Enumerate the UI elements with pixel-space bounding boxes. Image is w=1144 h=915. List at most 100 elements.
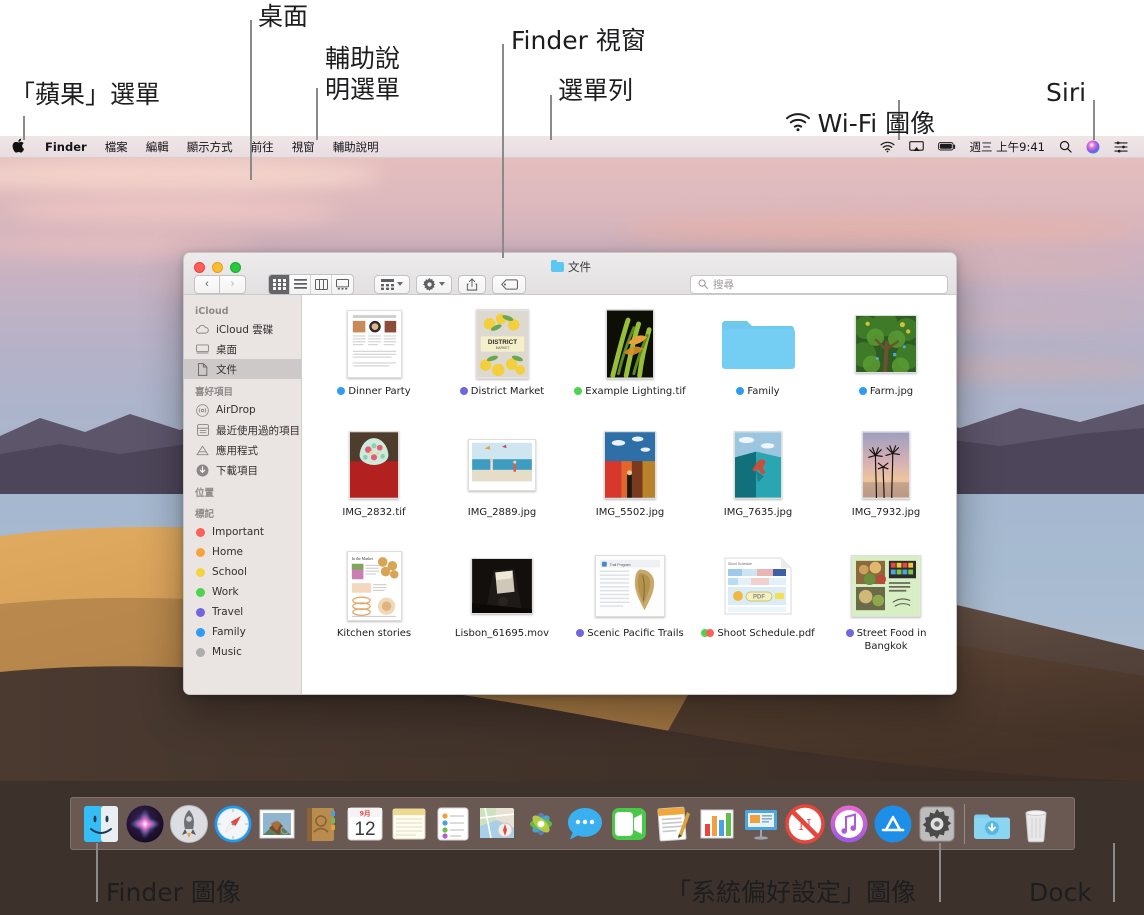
battery-icon[interactable]: [931, 141, 963, 152]
view-mode-segmented-control[interactable]: [268, 273, 354, 295]
dock-item-mail[interactable]: [255, 802, 299, 846]
dock-item-news[interactable]: N: [783, 802, 827, 846]
tag-dot: [576, 629, 585, 637]
dock-item-contacts[interactable]: [299, 802, 343, 846]
list-view-button[interactable]: [290, 274, 311, 294]
gallery-view-button[interactable]: [332, 275, 353, 294]
file-item[interactable]: Family: [694, 307, 822, 428]
dock-item-facetime[interactable]: [607, 802, 651, 846]
file-item[interactable]: Lisbon_61695.mov: [438, 549, 566, 670]
sidebar-item-documents[interactable]: 文件: [184, 359, 301, 379]
control-center-icon[interactable]: [1107, 140, 1135, 153]
file-label: Family: [736, 386, 780, 399]
menu-item-go[interactable]: 前往: [242, 139, 283, 155]
file-item[interactable]: IMG_2889.jpg: [438, 428, 566, 549]
finder-toolbar[interactable]: ‹ › 搜尋: [184, 273, 956, 295]
dock-item-pages[interactable]: [651, 802, 695, 846]
dock-item-downloads[interactable]: [970, 802, 1014, 846]
file-item[interactable]: DISTRICT MARKET District Market: [438, 307, 566, 428]
airplay-icon[interactable]: [902, 140, 931, 153]
sidebar-item-airdrop[interactable]: AirDrop: [184, 400, 301, 420]
menu-item-help[interactable]: 輔助說明: [324, 139, 388, 155]
action-gear-button[interactable]: [416, 274, 452, 294]
file-item[interactable]: Trail Program Scenic Pacific Trails: [566, 549, 694, 670]
file-item[interactable]: IMG_7635.jpg: [694, 428, 822, 549]
file-label: Scenic Pacific Trails: [576, 628, 684, 641]
back-button[interactable]: ‹: [194, 274, 220, 294]
sidebar-tag-home[interactable]: Home: [184, 542, 301, 562]
wifi-icon[interactable]: [873, 141, 902, 153]
dock-item-finder[interactable]: [79, 802, 123, 846]
dock-item-trash[interactable]: [1014, 802, 1058, 846]
sidebar-item-applications[interactable]: 應用程式: [184, 440, 301, 460]
file-item[interactable]: Dinner Party: [310, 307, 438, 428]
sidebar-item-recents[interactable]: 最近使用過的項目: [184, 420, 301, 440]
file-item[interactable]: IMG_7932.jpg: [822, 428, 950, 549]
tag-color-dot: [196, 607, 205, 617]
sidebar-tag-school[interactable]: School: [184, 562, 301, 582]
menu-item-file[interactable]: 檔案: [96, 139, 137, 155]
dock-item-safari[interactable]: [211, 802, 255, 846]
file-item[interactable]: Farm.jpg: [822, 307, 950, 428]
file-item[interactable]: Shoot Schedule PDF Shoot Schedule.pdf: [694, 549, 822, 670]
file-item[interactable]: Example Lighting.tif: [566, 307, 694, 428]
dock-item-maps[interactable]: [475, 802, 519, 846]
finder-sidebar[interactable]: iCloud iCloud 雲碟 桌面 文件 喜好項目 AirDrop 最近使用…: [184, 295, 302, 694]
sidebar-item-desktop[interactable]: 桌面: [184, 339, 301, 359]
file-label: Farm.jpg: [858, 386, 913, 399]
dock-item-calendar[interactable]: 9月 12: [343, 802, 387, 846]
dock-item-launchpad[interactable]: [167, 802, 211, 846]
dock[interactable]: 9月 12 N: [70, 797, 1075, 850]
sidebar-tag-travel[interactable]: Travel: [184, 602, 301, 622]
menu-item-edit[interactable]: 編輯: [137, 139, 178, 155]
forward-button[interactable]: ›: [220, 274, 246, 294]
file-name: Dinner Party: [348, 386, 411, 397]
file-label: IMG_7932.jpg: [852, 507, 920, 520]
dock-item-photos[interactable]: [519, 802, 563, 846]
column-view-button[interactable]: [311, 274, 332, 294]
dock-item-numbers[interactable]: [695, 802, 739, 846]
sidebar-item-icloud-drive[interactable]: iCloud 雲碟: [184, 319, 301, 339]
tags-button[interactable]: [492, 274, 526, 294]
file-item[interactable]: IMG_5502.jpg: [566, 428, 694, 549]
file-name: Kitchen stories: [336, 628, 412, 639]
icon-view-button[interactable]: [269, 274, 290, 294]
sidebar-tag-family[interactable]: Family: [184, 622, 301, 642]
menu-bar-clock[interactable]: 週三 上午9:41: [963, 139, 1052, 155]
group-by-button[interactable]: [374, 274, 410, 294]
dock-item-messages[interactable]: [563, 802, 607, 846]
search-input[interactable]: 搜尋: [690, 274, 948, 294]
siri-icon[interactable]: [1079, 140, 1107, 154]
spotlight-search-icon[interactable]: [1052, 140, 1079, 153]
file-item[interactable]: Street Food in Bangkok: [822, 549, 950, 670]
dock-item-reminders[interactable]: [431, 802, 475, 846]
sidebar-tag-work[interactable]: Work: [184, 582, 301, 602]
menu-item-window[interactable]: 視窗: [283, 139, 324, 155]
menu-bar-left: Finder 檔案 編輯 顯示方式 前往 視窗 輔助說明: [0, 138, 388, 156]
dock-item-siri[interactable]: [123, 802, 167, 846]
menu-bar[interactable]: Finder 檔案 編輯 顯示方式 前往 視窗 輔助說明 週三 上午9:41: [0, 136, 1144, 158]
file-item[interactable]: IMG_2832.tif: [310, 428, 438, 549]
dock-item-app-store[interactable]: [871, 802, 915, 846]
sidebar-tag-music[interactable]: Music: [184, 642, 301, 662]
file-item[interactable]: In the Market Kitchen stories: [310, 549, 438, 670]
file-grid[interactable]: Dinner Party DISTRICT MARKET District Ma…: [302, 295, 956, 694]
menu-item-view[interactable]: 顯示方式: [178, 139, 242, 155]
menu-item-finder[interactable]: Finder: [36, 140, 96, 154]
applications-icon: [196, 444, 209, 457]
annotation-apple-menu: 「蘋果」選單: [10, 80, 161, 109]
sidebar-item-downloads[interactable]: 下載項目: [184, 460, 301, 480]
share-button[interactable]: [458, 274, 486, 294]
dock-item-keynote[interactable]: [739, 802, 783, 846]
tag-dot: [736, 387, 745, 395]
dock-item-system-preferences[interactable]: [915, 802, 959, 846]
finder-window[interactable]: 文件 ‹ › 搜尋 iCloud iCloud 雲碟 桌面 文件 喜好項目 Ai…: [183, 252, 957, 695]
sidebar-tag-important[interactable]: Important: [184, 522, 301, 542]
apple-logo-icon[interactable]: [12, 138, 36, 156]
nav-buttons[interactable]: ‹ ›: [194, 274, 246, 294]
dock-item-itunes[interactable]: [827, 802, 871, 846]
file-thumbnail: [606, 307, 654, 381]
tag-dot: [574, 387, 583, 395]
kitchen-doc-thumb: In the Market: [346, 551, 402, 621]
dock-item-notes[interactable]: [387, 802, 431, 846]
